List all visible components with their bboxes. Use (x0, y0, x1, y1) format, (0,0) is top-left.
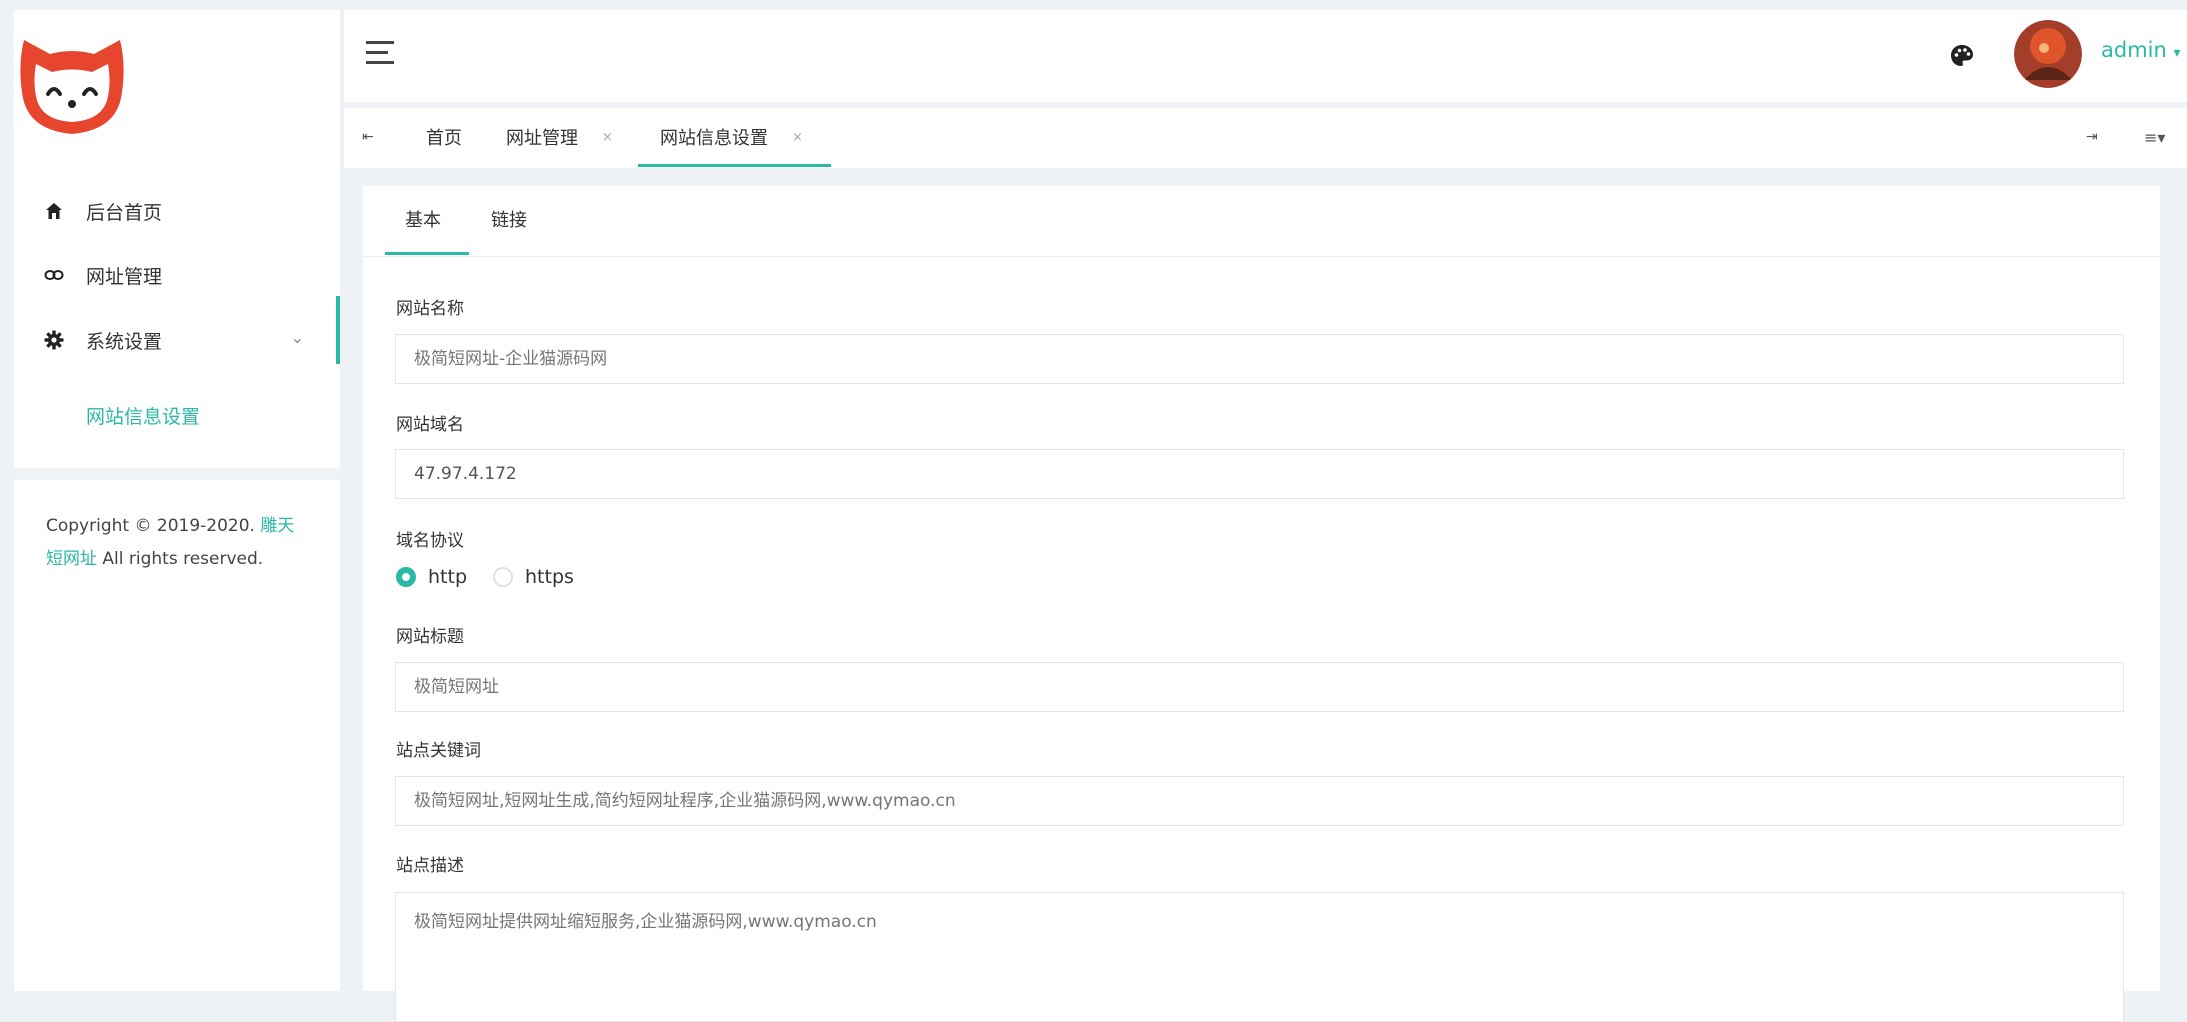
page-tabs-bar: ⇤ 首页 网址管理 × 网站信息设置 × ⇥ ≡▾ (344, 108, 2187, 168)
radio-http[interactable]: http (396, 566, 467, 588)
user-menu[interactable]: admin ▾ (2101, 38, 2181, 62)
copyright: Copyright © 2019-2020. 雕天 短网址 All rights … (46, 516, 295, 569)
cat-logo-icon (20, 40, 124, 134)
chevron-down-icon: ⌄ (290, 328, 304, 347)
form-tab-indicator (385, 252, 469, 255)
sidebar-subitem-site-settings[interactable]: 网站信息设置 (14, 387, 340, 443)
domain-label: 网站域名 (396, 415, 464, 435)
sidebar: 后台首页 网址管理 系统设置 ⌄ 网站信息设置 Copyright © 2019… (14, 10, 340, 991)
avatar[interactable] (2014, 20, 2082, 88)
tab-links[interactable]: 链接 (491, 206, 527, 232)
tab-home[interactable]: 首页 (426, 108, 462, 166)
logo[interactable] (14, 34, 340, 154)
active-indicator (336, 296, 340, 364)
active-tab-indicator (638, 164, 831, 167)
sidebar-item-system-settings[interactable]: 系统设置 ⌄ (14, 309, 340, 371)
tabs-scroll-right-icon[interactable]: ⇥ (2086, 108, 2098, 166)
home-icon (42, 202, 66, 220)
tab-site-settings[interactable]: 网站信息设置 × (660, 108, 803, 166)
protocol-label: 域名协议 (396, 531, 464, 551)
link-icon (42, 269, 66, 281)
sidebar-item-label: 后台首页 (86, 201, 163, 224)
keywords-label: 站点关键词 (396, 741, 481, 761)
site-name-input[interactable] (395, 334, 2124, 384)
radio-checked-icon (396, 567, 416, 587)
sidebar-item-label: 系统设置 (86, 330, 163, 353)
form-tabs: 基本 链接 (363, 186, 2160, 257)
menu-toggle-icon[interactable] (366, 41, 396, 65)
close-icon[interactable]: × (792, 130, 803, 145)
close-icon[interactable]: × (602, 130, 613, 145)
radio-unchecked-icon (493, 567, 513, 587)
caret-down-icon: ▾ (2173, 45, 2181, 61)
title-label: 网站标题 (396, 627, 464, 647)
tab-basic[interactable]: 基本 (405, 206, 441, 232)
top-header: admin ▾ (344, 10, 2187, 102)
description-label: 站点描述 (396, 856, 464, 876)
site-name-label: 网站名称 (396, 299, 464, 319)
sidebar-item-label: 网址管理 (86, 265, 163, 288)
sidebar-divider (14, 468, 340, 480)
sidebar-item-dashboard[interactable]: 后台首页 (14, 180, 340, 242)
description-textarea[interactable] (395, 892, 2124, 1022)
radio-https[interactable]: https (493, 566, 574, 588)
tab-url-management[interactable]: 网址管理 × (506, 108, 613, 166)
settings-card: 基本 链接 网站名称 网站域名 域名协议 http https 网站标题 站点关… (363, 186, 2160, 1022)
site-title-input[interactable] (395, 662, 2124, 712)
palette-icon[interactable] (1948, 42, 1976, 70)
keywords-input[interactable] (395, 776, 2124, 826)
sidebar-item-url-management[interactable]: 网址管理 (14, 244, 340, 306)
gear-icon (42, 330, 66, 350)
domain-input[interactable] (395, 449, 2124, 499)
tabs-scroll-left-icon[interactable]: ⇤ (362, 108, 374, 166)
tabs-menu-icon[interactable]: ≡▾ (2144, 108, 2165, 166)
